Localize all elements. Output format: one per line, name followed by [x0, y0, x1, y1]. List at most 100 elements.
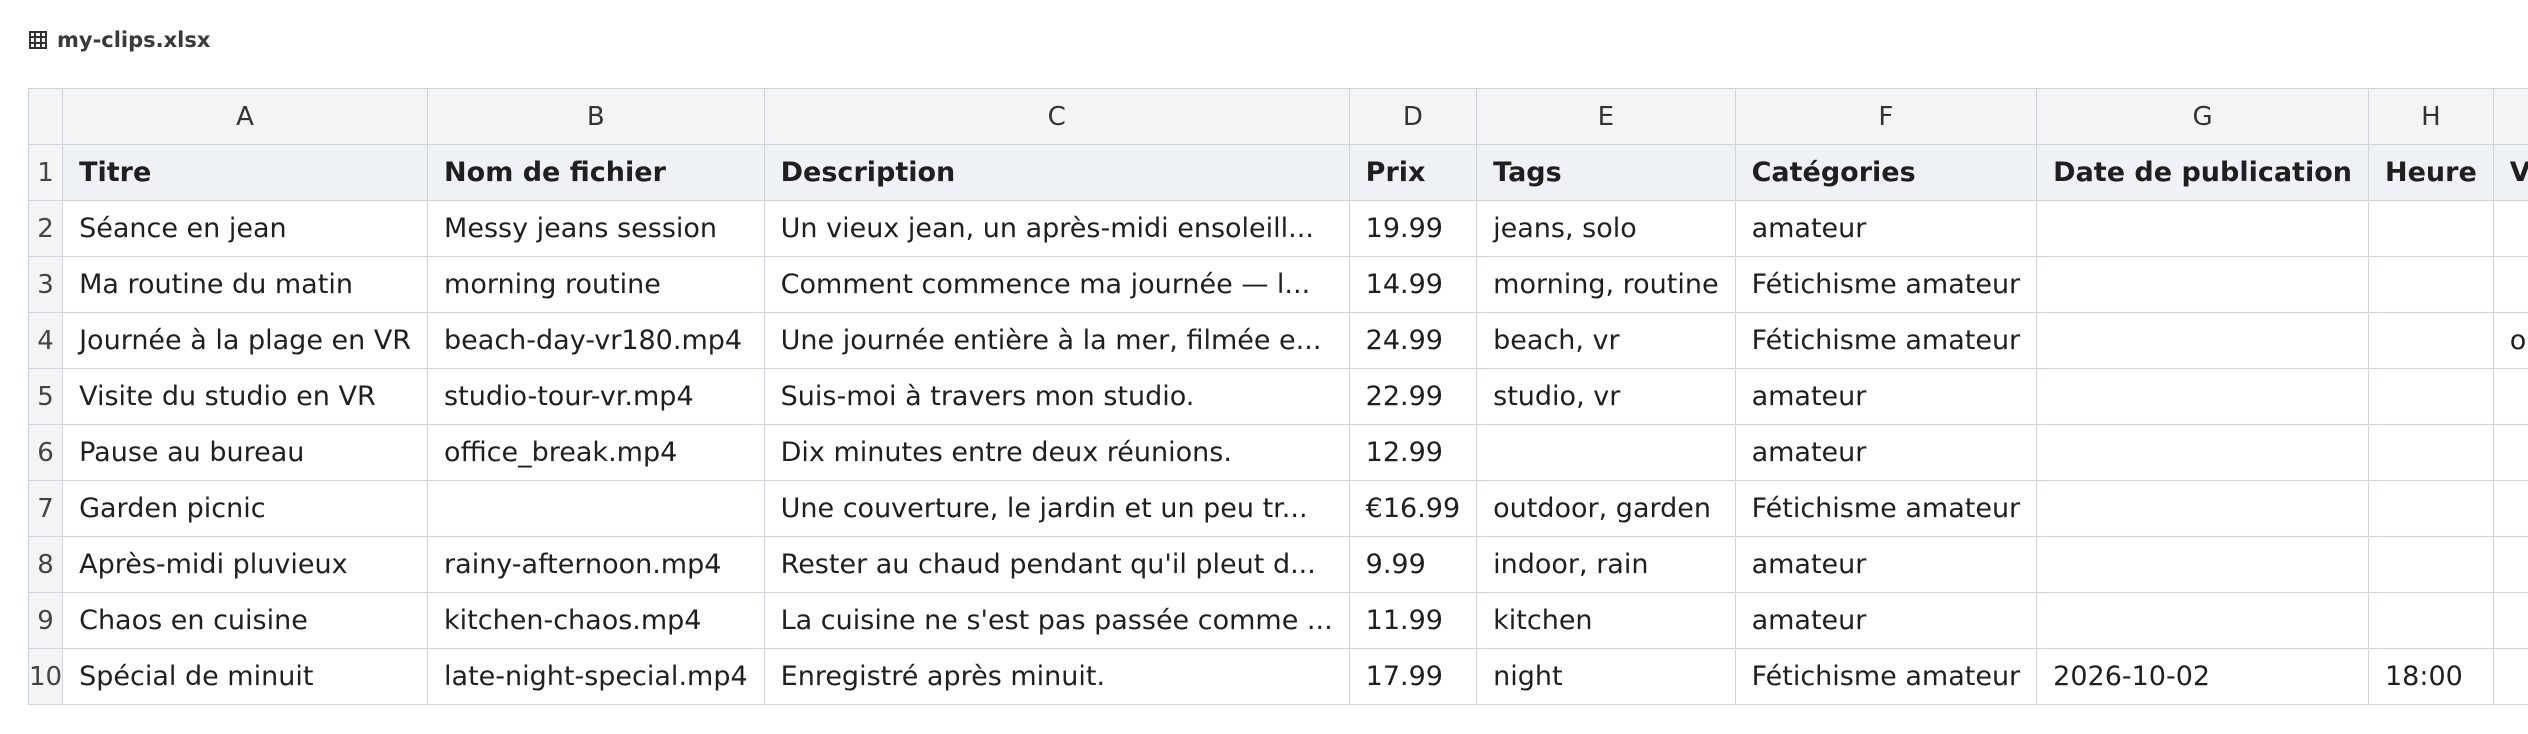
- cell-d3[interactable]: 14.99: [1348, 256, 1478, 313]
- cell-a8[interactable]: Après-midi pluvieux: [62, 536, 429, 593]
- row-number[interactable]: 3: [27, 256, 64, 313]
- cell-b9[interactable]: kitchen-chaos.mp4: [427, 592, 765, 649]
- cell-e9[interactable]: kitchen: [1476, 592, 1736, 649]
- cell-i1[interactable]: VR: [2492, 144, 2528, 201]
- cell-d4[interactable]: 24.99: [1348, 312, 1478, 369]
- cell-b2[interactable]: Messy jeans session: [427, 200, 765, 257]
- cell-e1[interactable]: Tags: [1476, 144, 1736, 201]
- cell-c8[interactable]: Rester au chaud pendant qu'il pleut d...: [763, 536, 1350, 593]
- row-number[interactable]: 4: [27, 312, 64, 369]
- column-header-g[interactable]: G: [2036, 88, 2369, 145]
- cell-f9[interactable]: amateur: [1734, 592, 2038, 649]
- cell-f8[interactable]: amateur: [1734, 536, 2038, 593]
- cell-b4[interactable]: beach-day-vr180.mp4: [427, 312, 765, 369]
- cell-b7[interactable]: [427, 480, 765, 537]
- cell-a10[interactable]: Spécial de minuit: [62, 648, 429, 705]
- cell-b3[interactable]: morning routine: [427, 256, 765, 313]
- cell-f1[interactable]: Catégories: [1734, 144, 2038, 201]
- cell-h7[interactable]: [2368, 480, 2494, 537]
- row-number[interactable]: 8: [27, 536, 64, 593]
- cell-c1[interactable]: Description: [763, 144, 1350, 201]
- cell-a9[interactable]: Chaos en cuisine: [62, 592, 429, 649]
- cell-i2[interactable]: [2492, 200, 2528, 257]
- row-number[interactable]: 9: [27, 592, 64, 649]
- cell-c3[interactable]: Comment commence ma journée — l...: [763, 256, 1350, 313]
- cell-a5[interactable]: Visite du studio en VR: [62, 368, 429, 425]
- cell-i9[interactable]: [2492, 592, 2528, 649]
- row-number[interactable]: 5: [27, 368, 64, 425]
- cell-i8[interactable]: [2492, 536, 2528, 593]
- cell-h6[interactable]: [2368, 424, 2494, 481]
- cell-b8[interactable]: rainy-afternoon.mp4: [427, 536, 765, 593]
- cell-i5[interactable]: [2492, 368, 2528, 425]
- cell-i4[interactable]: oui: [2492, 312, 2528, 369]
- cell-d6[interactable]: 12.99: [1348, 424, 1478, 481]
- cell-b5[interactable]: studio-tour-vr.mp4: [427, 368, 765, 425]
- cell-e8[interactable]: indoor, rain: [1476, 536, 1736, 593]
- row-number[interactable]: 1: [27, 144, 64, 201]
- cell-a7[interactable]: Garden picnic: [62, 480, 429, 537]
- cell-f5[interactable]: amateur: [1734, 368, 2038, 425]
- cell-g5[interactable]: [2036, 368, 2369, 425]
- cell-h4[interactable]: [2368, 312, 2494, 369]
- cell-e10[interactable]: night: [1476, 648, 1736, 705]
- cell-g2[interactable]: [2036, 200, 2369, 257]
- cell-a2[interactable]: Séance en jean: [62, 200, 429, 257]
- cell-d5[interactable]: 22.99: [1348, 368, 1478, 425]
- cell-f4[interactable]: Fétichisme amateur: [1734, 312, 2038, 369]
- cell-f6[interactable]: amateur: [1734, 424, 2038, 481]
- cell-a4[interactable]: Journée à la plage en VR: [62, 312, 429, 369]
- cell-h9[interactable]: [2368, 592, 2494, 649]
- cell-c2[interactable]: Un vieux jean, un après-midi ensoleill..…: [763, 200, 1350, 257]
- cell-e4[interactable]: beach, vr: [1476, 312, 1736, 369]
- cell-i7[interactable]: [2492, 480, 2528, 537]
- cell-c9[interactable]: La cuisine ne s'est pas passée comme ...: [763, 592, 1350, 649]
- cell-e5[interactable]: studio, vr: [1476, 368, 1736, 425]
- column-header-i[interactable]: I: [2492, 88, 2528, 145]
- cell-c10[interactable]: Enregistré après minuit.: [763, 648, 1350, 705]
- cell-h8[interactable]: [2368, 536, 2494, 593]
- cell-g3[interactable]: [2036, 256, 2369, 313]
- column-header-b[interactable]: B: [427, 88, 765, 145]
- cell-f7[interactable]: Fétichisme amateur: [1734, 480, 2038, 537]
- cell-g8[interactable]: [2036, 536, 2369, 593]
- cell-a1[interactable]: Titre: [62, 144, 429, 201]
- cell-d10[interactable]: 17.99: [1348, 648, 1478, 705]
- cell-f2[interactable]: amateur: [1734, 200, 2038, 257]
- column-header-e[interactable]: E: [1476, 88, 1736, 145]
- cell-b6[interactable]: office_break.mp4: [427, 424, 765, 481]
- column-header-h[interactable]: H: [2368, 88, 2494, 145]
- cell-c4[interactable]: Une journée entière à la mer, filmée e..…: [763, 312, 1350, 369]
- cell-c7[interactable]: Une couverture, le jardin et un peu tr..…: [763, 480, 1350, 537]
- cell-i6[interactable]: [2492, 424, 2528, 481]
- cell-g1[interactable]: Date de publication: [2036, 144, 2369, 201]
- cell-c5[interactable]: Suis-moi à travers mon studio.: [763, 368, 1350, 425]
- cell-b10[interactable]: late-night-special.mp4: [427, 648, 765, 705]
- row-number[interactable]: 7: [27, 480, 64, 537]
- cell-h1[interactable]: Heure: [2368, 144, 2494, 201]
- cell-d7[interactable]: €16.99: [1348, 480, 1478, 537]
- cell-d2[interactable]: 19.99: [1348, 200, 1478, 257]
- cell-h2[interactable]: [2368, 200, 2494, 257]
- cell-e2[interactable]: jeans, solo: [1476, 200, 1736, 257]
- cell-i3[interactable]: [2492, 256, 2528, 313]
- cell-e3[interactable]: morning, routine: [1476, 256, 1736, 313]
- cell-e6[interactable]: [1476, 424, 1736, 481]
- cell-i10[interactable]: [2492, 648, 2528, 705]
- cell-a3[interactable]: Ma routine du matin: [62, 256, 429, 313]
- row-number[interactable]: 2: [27, 200, 64, 257]
- cell-d9[interactable]: 11.99: [1348, 592, 1478, 649]
- column-header-c[interactable]: C: [763, 88, 1350, 145]
- row-number[interactable]: 10: [27, 648, 64, 705]
- cell-f3[interactable]: Fétichisme amateur: [1734, 256, 2038, 313]
- cell-d8[interactable]: 9.99: [1348, 536, 1478, 593]
- cell-d1[interactable]: Prix: [1348, 144, 1478, 201]
- cell-g7[interactable]: [2036, 480, 2369, 537]
- cell-h5[interactable]: [2368, 368, 2494, 425]
- cell-g9[interactable]: [2036, 592, 2369, 649]
- cell-c6[interactable]: Dix minutes entre deux réunions.: [763, 424, 1350, 481]
- cell-h3[interactable]: [2368, 256, 2494, 313]
- cell-f10[interactable]: Fétichisme amateur: [1734, 648, 2038, 705]
- cell-g6[interactable]: [2036, 424, 2369, 481]
- column-header-f[interactable]: F: [1734, 88, 2038, 145]
